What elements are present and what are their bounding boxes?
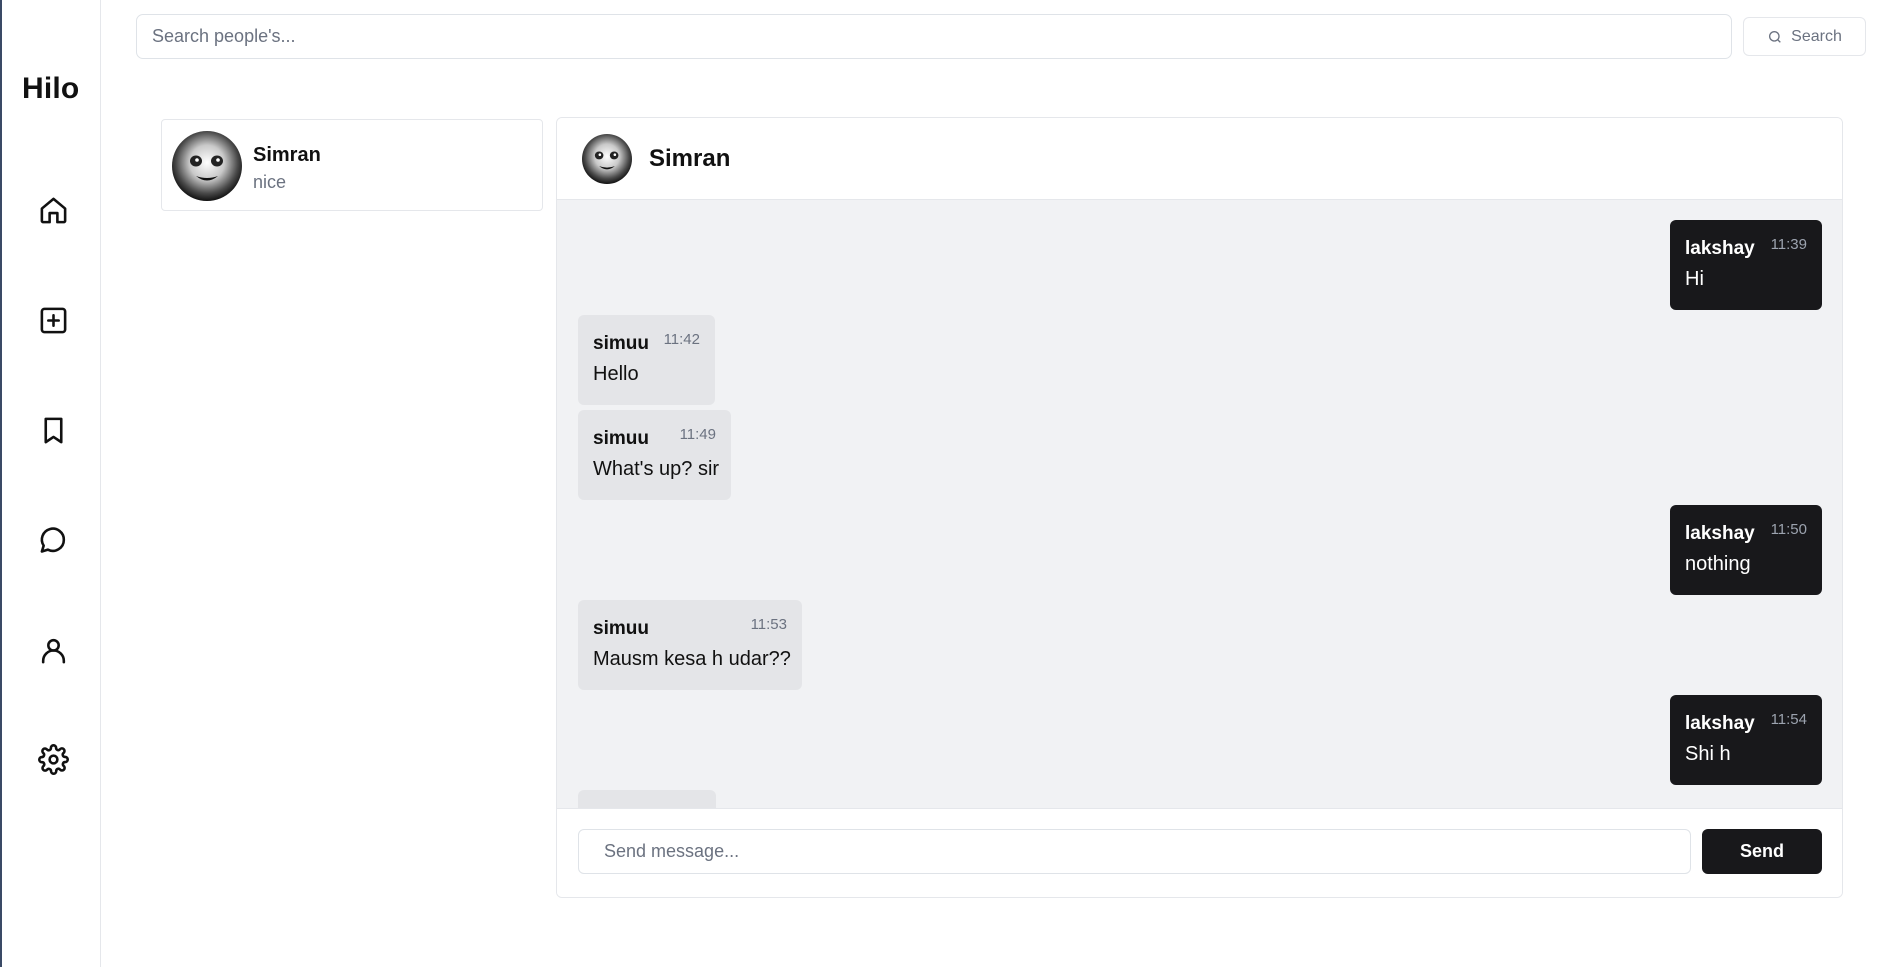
message-bubble-incoming: simuu 11:42 Hello: [578, 315, 715, 405]
search-button[interactable]: Search: [1743, 17, 1866, 56]
settings-gear-icon: [37, 743, 69, 775]
message-sender: lakshay: [1685, 238, 1755, 259]
message-text: Hello: [593, 363, 639, 385]
message-text: Mausm kesa h udar??: [593, 648, 791, 670]
message-circle-icon: [40, 526, 65, 553]
conversation-name: Simran: [253, 144, 321, 166]
message-time: 11:39: [1770, 236, 1807, 253]
message-sender: lakshay: [1685, 523, 1755, 544]
home-icon: [40, 197, 66, 223]
message-text: nothing: [1685, 553, 1751, 575]
chat-panel: Simran lakshay 11:39 Hi simuu 11:42 Hell…: [556, 117, 1843, 898]
message-bubble-incoming: simuu 11:53 Mausm kesa h udar??: [578, 600, 802, 690]
nav-settings[interactable]: [33, 739, 73, 779]
message-sender: simuu: [593, 333, 649, 354]
nav-saved[interactable]: [33, 410, 73, 450]
nav-create[interactable]: [33, 300, 73, 340]
message-bubble-outgoing: lakshay 11:50 nothing: [1670, 505, 1822, 595]
message-composer: Send: [557, 808, 1842, 897]
app-logo[interactable]: Hilo: [22, 72, 79, 106]
message-bubble-outgoing: lakshay 11:39 Hi: [1670, 220, 1822, 310]
message-bubble-outgoing: lakshay 11:54 Shi h: [1670, 695, 1822, 785]
plus-square-icon: [40, 307, 66, 333]
send-button[interactable]: Send: [1702, 829, 1822, 874]
chat-title: Simran: [649, 145, 731, 172]
nav-profile[interactable]: [33, 630, 73, 670]
message-time: 11:50: [1770, 521, 1807, 538]
nav-messages[interactable]: [33, 520, 73, 560]
message-time: 11:53: [750, 616, 787, 633]
message-input[interactable]: [578, 829, 1691, 874]
message-text: What's up? sir: [593, 458, 720, 480]
user-icon: [41, 638, 65, 663]
message-sender: simuu: [593, 618, 649, 639]
message-time: 11:49: [679, 426, 716, 443]
search-input[interactable]: [136, 14, 1732, 59]
avatar: [172, 131, 242, 201]
message-sender: lakshay: [1685, 713, 1755, 734]
message-bubble-incoming: [578, 790, 716, 808]
search-button-label: Search: [1791, 27, 1842, 45]
nav-home[interactable]: [33, 190, 73, 230]
conversation-preview: nice: [253, 172, 287, 192]
bookmark-icon: [43, 417, 63, 443]
search-icon: [1769, 30, 1781, 43]
message-sender: simuu: [593, 428, 649, 449]
avatar: [582, 134, 632, 184]
message-list[interactable]: lakshay 11:39 Hi simuu 11:42 Hello simuu…: [557, 200, 1842, 808]
conversation-item[interactable]: Simran nice: [161, 119, 543, 211]
sidebar: Hilo: [0, 0, 101, 967]
chat-header: Simran: [557, 118, 1842, 200]
message-text: Hi: [1685, 268, 1704, 290]
message-text: Shi h: [1685, 743, 1731, 765]
message-time: 11:54: [1770, 711, 1807, 728]
message-time: 11:42: [663, 331, 700, 348]
message-bubble-incoming: simuu 11:49 What's up? sir: [578, 410, 731, 500]
